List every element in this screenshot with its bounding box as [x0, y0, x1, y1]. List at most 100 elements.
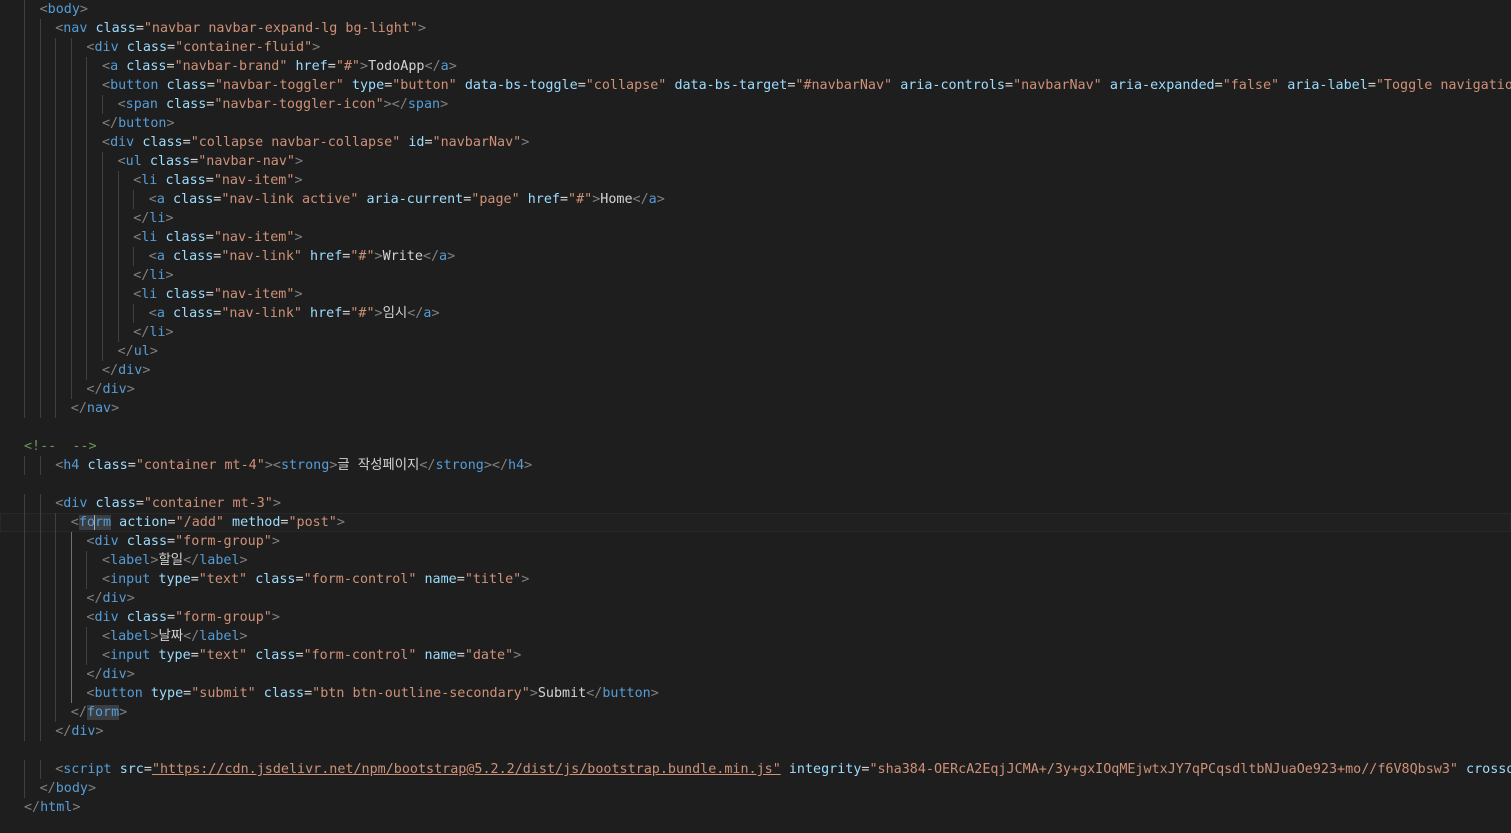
code-line[interactable]: <div class="container mt-3">	[0, 494, 1511, 513]
indent-guide	[39, 228, 41, 247]
indent-guide	[55, 133, 57, 152]
indent-guide	[102, 247, 103, 266]
indent-guide	[86, 228, 88, 247]
indent-guide	[70, 76, 72, 95]
code-line[interactable]: </div>	[0, 665, 1511, 684]
code-token: >	[239, 553, 248, 568]
indent-guide	[55, 589, 57, 608]
code-token: </	[183, 629, 200, 644]
code-line[interactable]	[0, 741, 1511, 760]
code-text: <label>할일</label>	[102, 551, 248, 570]
code-token: </	[183, 553, 200, 568]
code-line[interactable]: </div>	[0, 361, 1511, 380]
code-token: "container mt-4"	[135, 458, 265, 473]
code-line[interactable]: <a class="nav-link" href="#">Write</a>	[0, 247, 1511, 266]
code-line[interactable]: <nav class="navbar navbar-expand-lg bg-l…	[0, 19, 1511, 38]
code-line[interactable]: <form action="/add" method="post">	[0, 513, 1511, 532]
indent-guide	[55, 171, 57, 190]
code-token: span	[125, 97, 158, 112]
indent-guide	[24, 323, 25, 342]
code-line[interactable]: <label>날짜</label>	[0, 627, 1511, 646]
code-token: </	[102, 363, 119, 378]
code-text: </body>	[40, 779, 96, 798]
code-line[interactable]: </div>	[0, 589, 1511, 608]
code-line[interactable]: </body>	[0, 779, 1511, 798]
indent-guide	[86, 266, 88, 285]
code-token: strong	[435, 458, 484, 473]
code-editor[interactable]: <body> <nav class="navbar navbar-expand-l…	[0, 0, 1511, 833]
code-line[interactable]: </nav>	[0, 399, 1511, 418]
code-token: class	[142, 135, 183, 150]
code-line[interactable]: <h4 class="container mt-4"><strong>글 작성페…	[0, 456, 1511, 475]
code-token: "#"	[350, 249, 375, 264]
code-line[interactable]: <a class="nav-link" href="#">임시</a>	[0, 304, 1511, 323]
code-token: >	[166, 116, 175, 131]
code-line[interactable]: </html>	[0, 798, 1511, 817]
code-line[interactable]: <li class="nav-item">	[0, 228, 1511, 247]
indent-guide	[24, 646, 25, 665]
code-line[interactable]: <div class="container-fluid">	[0, 38, 1511, 57]
code-token: "collapse"	[585, 78, 667, 93]
indent-guide	[102, 171, 103, 190]
code-line[interactable]: <label>할일</label>	[0, 551, 1511, 570]
code-token: div	[110, 135, 135, 150]
indent-guide	[86, 76, 88, 95]
code-line[interactable]: <ul class="navbar-nav">	[0, 152, 1511, 171]
code-line[interactable]: <div class="collapse navbar-collapse" id…	[0, 133, 1511, 152]
code-text: <input type="text" class="form-control" …	[102, 646, 521, 665]
code-line[interactable]: </li>	[0, 266, 1511, 285]
code-line[interactable]: </li>	[0, 323, 1511, 342]
code-token: >	[521, 135, 530, 150]
code-token: <	[70, 515, 79, 530]
code-line[interactable]: <a class="nav-link active" aria-current=…	[0, 190, 1511, 209]
code-line[interactable]: <input type="text" class="form-control" …	[0, 570, 1511, 589]
code-line[interactable]: <li class="nav-item">	[0, 285, 1511, 304]
code-line[interactable]: <li class="nav-item">	[0, 171, 1511, 190]
code-token: "container mt-3"	[143, 496, 273, 511]
code-line[interactable]: <input type="text" class="form-control" …	[0, 646, 1511, 665]
indent-guide	[117, 190, 119, 209]
code-token: strong	[280, 458, 330, 473]
code-token: <!-- -->	[24, 439, 97, 454]
code-line[interactable]	[0, 418, 1511, 437]
code-line[interactable]: <!-- -->	[0, 437, 1511, 456]
code-line[interactable]: </button>	[0, 114, 1511, 133]
code-line[interactable]	[0, 475, 1511, 494]
code-token: label	[199, 629, 240, 644]
code-line[interactable]: </form>	[0, 703, 1511, 722]
code-token: <	[102, 553, 111, 568]
code-line[interactable]: <span class="navbar-toggler-icon"></span…	[0, 95, 1511, 114]
indent-guide	[70, 285, 72, 304]
code-line[interactable]: <button class="navbar-toggler" type="but…	[0, 76, 1511, 95]
code-line[interactable]: <body>	[0, 0, 1511, 19]
code-token: "post"	[288, 515, 337, 530]
indent-guide	[70, 152, 72, 171]
code-line[interactable]: </div>	[0, 722, 1511, 741]
code-line[interactable]: </div>	[0, 380, 1511, 399]
indent-guide	[24, 342, 25, 361]
code-token: =	[190, 648, 199, 663]
code-line[interactable]: <script src="https://cdn.jsdelivr.net/np…	[0, 760, 1511, 779]
indent-guide	[70, 380, 72, 399]
code-line[interactable]: <a class="navbar-brand" href="#">TodoApp…	[0, 57, 1511, 76]
code-token: "navbar-nav"	[198, 154, 295, 169]
indent-guide	[102, 323, 103, 342]
code-line[interactable]: </li>	[0, 209, 1511, 228]
indent-guide	[24, 399, 25, 418]
indent-guide	[70, 551, 72, 570]
code-line[interactable]: </ul>	[0, 342, 1511, 361]
code-token: li	[149, 325, 166, 340]
code-line[interactable]: <div class="form-group">	[0, 532, 1511, 551]
code-line[interactable]: <div class="form-group">	[0, 608, 1511, 627]
code-token: a	[156, 249, 165, 264]
code-token: =	[577, 78, 586, 93]
code-text: <body>	[40, 0, 88, 19]
code-line[interactable]: <button type="submit" class="btn btn-out…	[0, 684, 1511, 703]
indent-guide	[102, 190, 103, 209]
indent-guide	[102, 95, 103, 114]
